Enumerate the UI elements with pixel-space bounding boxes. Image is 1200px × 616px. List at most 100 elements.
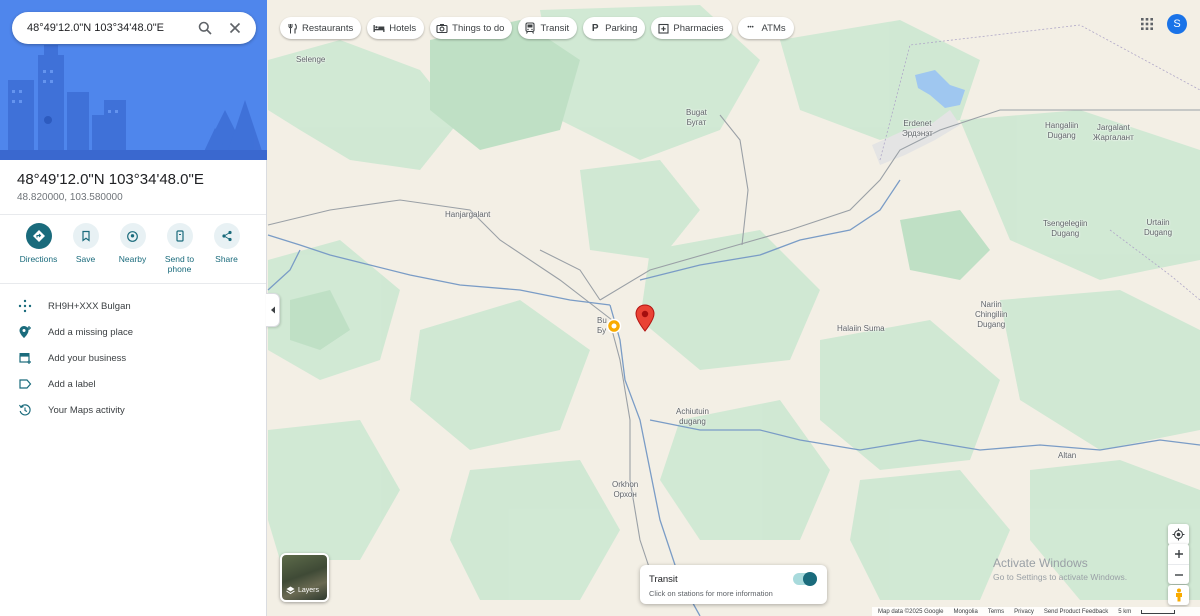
add-business-row[interactable]: Add your business [16,348,256,368]
clear-search-button[interactable] [224,17,246,39]
chip-things-to-do[interactable]: Things to do [430,17,513,39]
save-button[interactable]: Save [62,223,109,274]
collapse-panel-button[interactable] [266,293,280,327]
country-link[interactable]: Mongolia [953,609,977,615]
directions-icon [32,230,45,242]
add-missing-place-text: Add a missing place [48,326,134,338]
pharmacy-icon [658,23,669,34]
search-button[interactable] [194,17,216,39]
save-label: Save [75,254,96,264]
transit-card: Transit Click on stations for more infor… [640,565,827,604]
minus-icon [1174,573,1183,576]
close-icon [229,22,241,34]
divider [0,214,266,215]
chip-hotels-label: Hotels [389,22,417,34]
nearby-icon [127,230,138,242]
place-decimal-coords: 48.820000, 103.580000 [17,192,123,203]
chip-restaurants-label: Restaurants [302,22,354,34]
google-apps-button[interactable] [1138,15,1156,33]
chip-pharmacies[interactable]: Pharmacies [651,17,732,39]
transit-card-title: Transit [649,574,678,585]
search-input[interactable] [27,22,186,34]
restaurant-icon [288,23,297,33]
zoom-out-button[interactable] [1168,564,1189,584]
map-label-hangaliin: Hangaliin Dugang [1045,121,1079,140]
divider [0,283,266,284]
camera-icon [436,23,448,33]
side-panel: 48°49'12.0"N 103°34'48.0"E 48.820000, 10… [0,0,267,616]
store-icon [19,353,31,364]
transit-card-subtitle: Click on stations for more information [649,589,773,598]
scale-label[interactable]: 5 km [1118,609,1131,615]
my-location-button[interactable] [1168,524,1189,545]
pegman-icon [1175,588,1182,602]
share-icon [221,230,232,242]
chip-transit[interactable]: Transit [518,17,578,39]
watermark-subtitle: Go to Settings to activate Windows. [993,572,1128,582]
plus-code-row[interactable]: RH9H+XXX Bulgan [16,296,256,316]
chip-atms[interactable]: ••• ATMs [737,17,794,39]
plus-icon [1174,550,1183,558]
map-footer: Map data ©2025 Google Mongolia Terms Pri… [872,607,1200,616]
chip-parking[interactable]: P Parking [583,17,646,39]
chip-atms-label: ATMs [761,22,786,34]
map-label-tsengelegiin: Tsengelegiin Dugang [1043,219,1088,238]
search-icon [198,21,212,35]
maps-activity-row[interactable]: Your Maps activity [16,400,256,420]
map-data-attribution: Map data ©2025 Google [878,608,944,615]
directions-button[interactable]: Directions [15,223,62,274]
apps-grid-icon [1141,18,1153,30]
add-missing-place-row[interactable]: Add a missing place [16,322,256,342]
activate-windows-watermark: Activate Windows Go to Settings to activ… [993,556,1127,582]
category-chips: Restaurants Hotels Things to do Transit … [280,17,800,39]
maps-activity-text: Your Maps activity [48,404,125,416]
layers-button[interactable]: Layers [280,553,329,602]
send-to-phone-button[interactable]: Send to phone [156,223,203,274]
hero-illustration [0,0,267,160]
layers-label: Layers [298,587,320,594]
phone-icon [175,230,184,242]
chip-parking-label: Parking [605,22,638,34]
plus-code-text: RH9H+XXX Bulgan [48,300,131,312]
transit-icon [525,22,536,34]
atm-icon: ••• [747,25,754,31]
privacy-link[interactable]: Privacy [1014,609,1034,615]
location-pin-icon[interactable] [635,304,655,332]
chip-restaurants[interactable]: Restaurants [280,17,362,39]
terms-link[interactable]: Terms [988,609,1004,615]
town-marker-icon[interactable] [606,318,622,334]
hotel-icon [373,25,385,32]
map-label-erdenet: Erdenet Эрдэнэт [902,119,933,138]
map-label-hanjargalant: Hanjargalant [445,210,491,219]
place-title: 48°49'12.0"N 103°34'48.0"E [17,171,204,188]
chevron-left-icon [270,306,275,314]
map-label-achiutuin: Achiutuin dugang [676,407,709,426]
chip-transit-label: Transit [540,22,570,34]
search-box[interactable] [12,12,256,44]
transit-toggle[interactable] [793,572,817,586]
label-icon [19,379,32,389]
bookmark-icon [81,230,90,242]
map-label-selenge: Selenge [296,55,326,64]
add-business-text: Add your business [48,352,127,364]
chip-hotels[interactable]: Hotels [367,17,425,39]
nearby-label: Nearby [118,254,147,264]
scale-bar [1141,609,1176,614]
account-avatar[interactable]: S [1167,14,1187,34]
map-label-orkhon: Orkhon Орхон [612,480,639,499]
map-label-urtaiin: Urtaiin Dugang [1144,218,1173,237]
zoom-controls [1168,544,1189,584]
map-label-bugat: Bugat Бугат [686,108,707,127]
chip-things-to-do-label: Things to do [452,22,505,34]
street-view-pegman[interactable] [1168,585,1189,605]
my-location-icon [1172,528,1185,541]
zoom-in-button[interactable] [1168,544,1189,564]
share-label: Share [215,254,238,264]
directions-label: Directions [19,254,58,264]
watermark-title: Activate Windows [993,556,1088,570]
add-label-row[interactable]: Add a label [16,374,256,394]
nearby-button[interactable]: Nearby [109,223,156,274]
feedback-link[interactable]: Send Product Feedback [1044,609,1108,615]
map-label-halaiin: Halaiin Suma [837,324,885,333]
share-button[interactable]: Share [203,223,250,274]
